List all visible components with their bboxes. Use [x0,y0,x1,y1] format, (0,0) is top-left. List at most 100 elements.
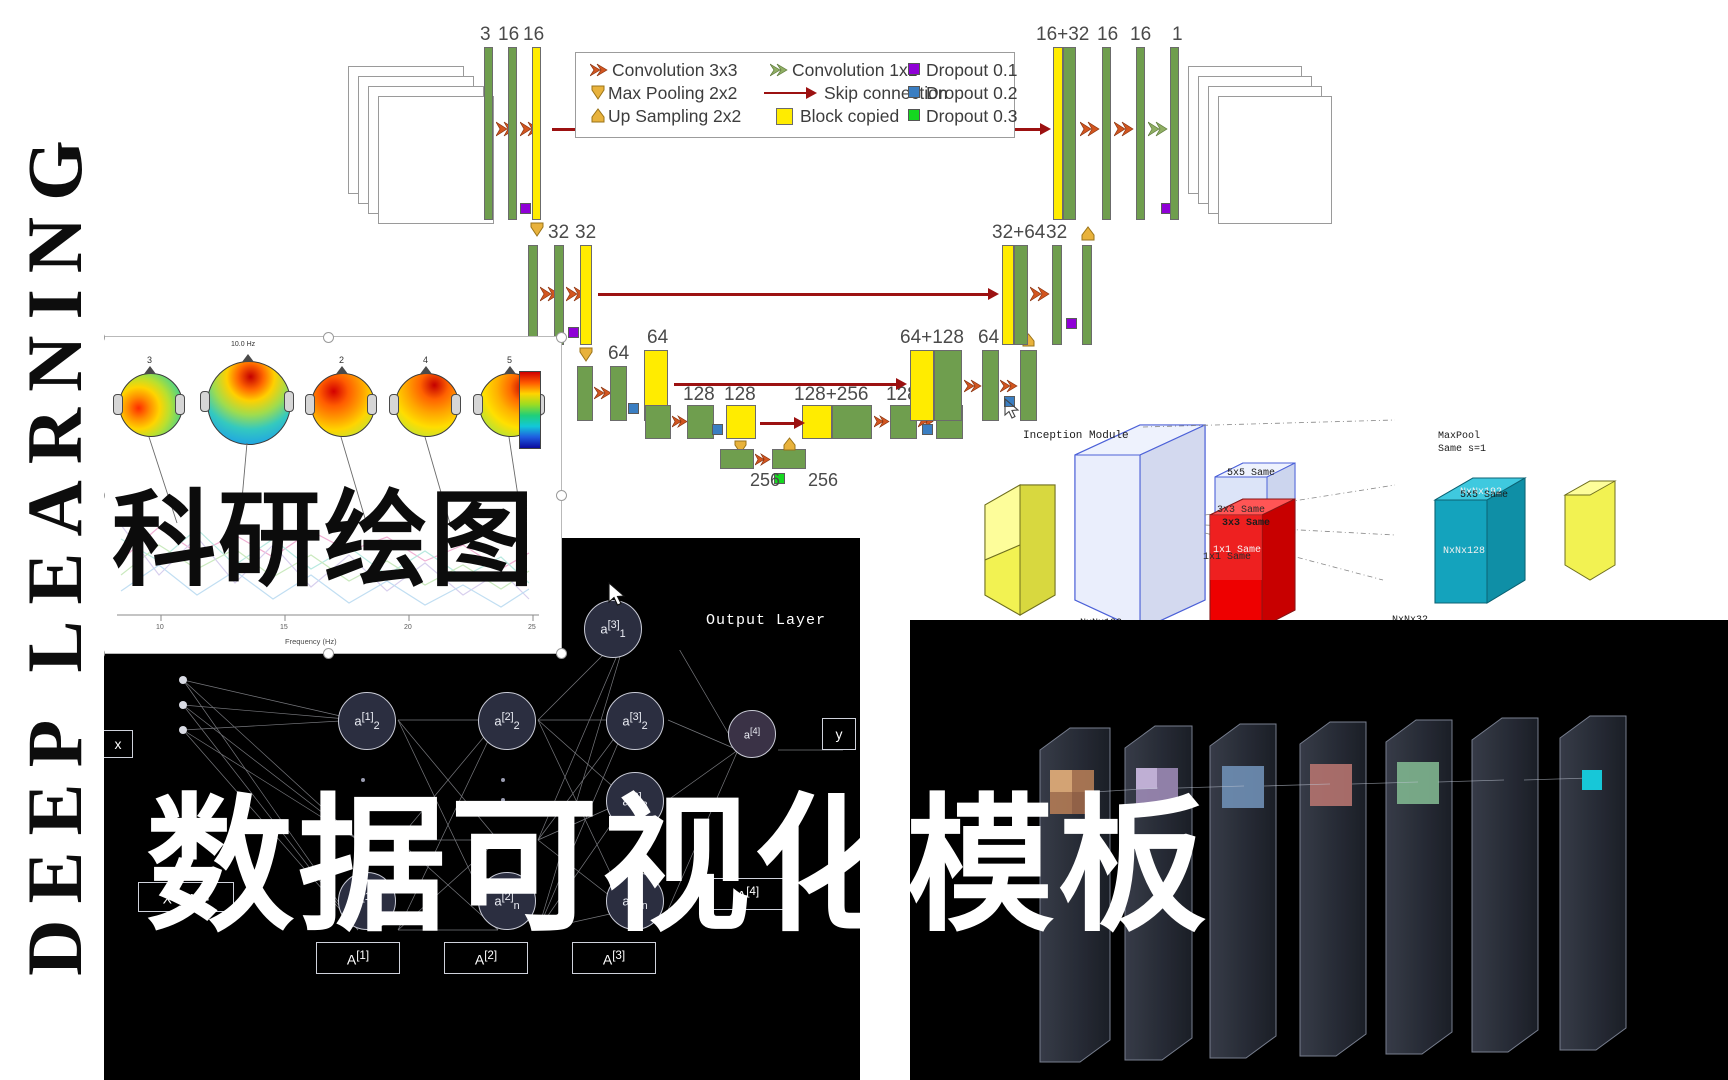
resize-handle-br[interactable] [556,648,567,659]
node-label: a[4] [743,726,761,742]
colorbar [519,371,541,449]
bottleneck-block-b [772,449,806,469]
dropout-02-swatch-icon [922,424,933,435]
encoder-block-l0-b [508,47,517,220]
resize-handle-tr[interactable] [556,332,567,343]
bottleneck-block-a [720,449,754,469]
legend-label-drop3: Dropout 0.3 [926,106,1018,126]
decoder-copied-l0 [1053,47,1063,220]
label-l3-b: 128 [724,384,756,405]
legend-label-upsample: Up Sampling 2x2 [608,106,742,126]
up-sampling-icon [591,108,605,123]
max-pooling-icon [579,347,593,362]
convolution-3x3-arrow-icon [1030,286,1050,302]
dropout-01-swatch-icon [1066,318,1077,329]
conv-5x5-same-label: 5x5 Same [1460,490,1509,501]
dropout-01-swatch-icon [568,327,579,338]
legend-label-conv3: Convolution 3x3 [612,60,738,80]
encoder-block-l1-in [528,245,538,345]
up-sampling-icon [783,437,796,451]
unet-legend: Convolution 3x3 Max Pooling 2x2 Up Sampl… [575,52,1018,138]
decoder-block-l1-c [1082,245,1092,345]
node-a2-2: a[2]2 [478,692,536,750]
encoder-block-l1-b-copied [580,245,592,345]
encoder-block-l0-c-copied [532,47,541,220]
resize-handle-bc[interactable] [323,648,334,659]
overlay-title-line2: 数据可视化模板 [146,784,1210,949]
convolution-3x3-arrow-icon [964,379,982,393]
node-a3-2: a[3]2 [606,692,664,750]
node-label: a[3]2 [622,710,648,732]
decoder-output-block [1170,47,1179,220]
label-decoder-l0: 16+32 [1036,24,1090,45]
label-l0-c: 16 [523,24,545,45]
encoder-block-l2-a [610,366,627,421]
legend-label-drop1: Dropout 0.1 [926,60,1018,80]
maxpool-same-label: MaxPool Same s=1 [1438,431,1487,455]
decoder-block-l3 [832,405,872,439]
label-decoder-out: 1 [1172,24,1183,45]
output-layer-text: Output Layer [706,612,827,629]
decoder-block-l1 [1014,245,1028,345]
label-l3-a: 128 [683,384,715,405]
node-label: a[3]1 [600,618,626,640]
legend-label-maxpool: Max Pooling 2x2 [608,83,738,103]
dropout-02-swatch-icon [908,86,920,98]
block-copied-swatch-icon [776,108,793,125]
label-l1-b: 32 [575,222,597,243]
resize-handle-tc[interactable] [323,332,334,343]
output-y-label: y [835,726,843,742]
decoder-block-l0-c [1136,47,1145,220]
encoder-block-l3-b-copied [726,405,756,439]
topomap-label-4: 4 [423,355,429,365]
node-label: a[1]2 [354,710,380,732]
label-decoder-l1-b: 32 [1046,222,1068,243]
legend-label-drop2: Dropout 0.2 [926,83,1018,103]
inception-title: Inception Module [1023,430,1129,442]
encoder-block-l3-in [645,405,671,439]
label-decoder-l2-b: 64 [978,327,1000,348]
decoder-block-l2 [934,350,962,421]
svg-text:20: 20 [404,624,412,631]
encoder-block-l2-in [577,366,593,421]
skip-connection-l3-head [794,417,805,429]
label-l1-a: 32 [548,222,570,243]
decoder-copied-l3 [802,405,832,439]
frequency-axis-label: Frequency (Hz) [285,637,337,646]
screenshot-root: 3 16 16 32 32 64 64 128 128 256 256 128+… [0,0,1728,1080]
teal-volume-label: NxNx128 [1443,546,1486,557]
skip-connection-l2-head [896,378,907,390]
label-decoder-l0-c: 16 [1130,24,1152,45]
up-sampling-icon [1081,226,1095,241]
input-x-box: x [103,730,133,758]
decoder-block-l0 [1063,47,1076,220]
node-a3-1: a[3]1 [584,600,642,658]
convolution-3x3-arrow-icon [1114,121,1134,137]
legend-label-copied: Block copied [800,106,900,126]
dropout-02-swatch-icon [628,403,639,414]
svg-text:15: 15 [280,624,288,631]
topomap-label-3: 3 [147,355,153,365]
label-l2-a: 64 [608,343,630,364]
label-l2-b: 64 [647,327,669,348]
decoder-block-l2-c [1020,350,1037,421]
encoder-block-l1-a [554,245,564,345]
convolution-3x3-arrow-icon [1000,379,1018,393]
deep-learning-band: DEEP LEARNING [0,0,104,1080]
topomap-label-2: 2 [339,355,345,365]
skip-connection-l2 [674,383,898,386]
legend-label-conv1: Convolution 1x1 [792,60,918,80]
topomap-label-10hz: 10.0 Hz [231,341,256,348]
input-x-label: x [114,736,122,752]
decoder-block-l0-b [1102,47,1111,220]
convolution-1x1-arrow-icon [1148,121,1168,137]
label-l0-b: 16 [498,24,520,45]
svg-text:25: 25 [528,624,536,631]
skip-connection-arrow-icon [764,92,808,95]
decoder-copied-l2 [910,350,934,421]
encoder-block-l3-a [687,405,714,439]
conv-1x1-same-label: 1x1 Same [1203,552,1252,563]
conv-3x3-label: 3x3 Same [1217,505,1266,516]
max-pooling-icon [530,222,544,237]
label-l0-a: 3 [480,24,491,45]
